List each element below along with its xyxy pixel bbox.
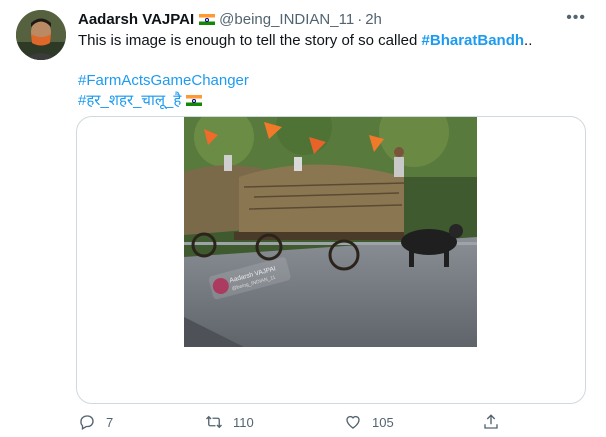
tweet-text-prefix: This is image is enough to tell the stor… bbox=[78, 32, 422, 49]
tweet-text-suffix: .. bbox=[524, 32, 533, 49]
like-button[interactable]: 105 bbox=[344, 410, 394, 434]
reply-button[interactable]: 7 bbox=[78, 410, 113, 434]
tweet-time[interactable]: 2h bbox=[365, 11, 382, 28]
tweet-photo[interactable]: Aadarsh VAJPAI @being_INDIAN_11 bbox=[184, 117, 477, 347]
author-name[interactable]: Aadarsh VAJPAI bbox=[78, 11, 194, 28]
hashtag-farmacts[interactable]: #FarmActsGameChanger bbox=[78, 72, 249, 89]
retweet-count: 110 bbox=[233, 414, 254, 430]
like-icon bbox=[346, 415, 360, 429]
separator-dot: · bbox=[357, 11, 363, 28]
hashtag-hindi[interactable]: #हर_शहर_चालू_है bbox=[78, 92, 181, 109]
share-button[interactable] bbox=[482, 410, 500, 434]
author-handle[interactable]: @being_INDIAN_11 bbox=[219, 11, 354, 28]
india-flag-icon bbox=[199, 14, 216, 25]
tweet-media[interactable]: Aadarsh VAJPAI @being_INDIAN_11 bbox=[76, 116, 586, 404]
india-flag-icon bbox=[186, 95, 203, 106]
tweet-text: This is image is enough to tell the stor… bbox=[78, 31, 588, 111]
retweet-icon bbox=[206, 415, 222, 429]
hashtag-line-hindi: #हर_शहर_चालू_है bbox=[78, 91, 588, 111]
reply-icon bbox=[80, 415, 94, 430]
hashtag-bharatbandh[interactable]: #BharatBandh bbox=[422, 32, 525, 49]
hashtag-line: #FarmActsGameChanger bbox=[78, 71, 588, 91]
share-icon bbox=[484, 414, 498, 429]
more-icon[interactable]: ••• bbox=[566, 9, 586, 27]
tweet-text-line: This is image is enough to tell the stor… bbox=[78, 31, 588, 51]
tweet-header: Aadarsh VAJPAI @being_INDIAN_11 · 2h bbox=[78, 10, 586, 30]
like-count: 105 bbox=[372, 414, 394, 430]
tweet-actions: 7 110 105 bbox=[0, 410, 606, 434]
reply-count: 7 bbox=[106, 414, 114, 430]
retweet-button[interactable]: 110 bbox=[205, 410, 254, 434]
avatar[interactable] bbox=[16, 10, 66, 60]
